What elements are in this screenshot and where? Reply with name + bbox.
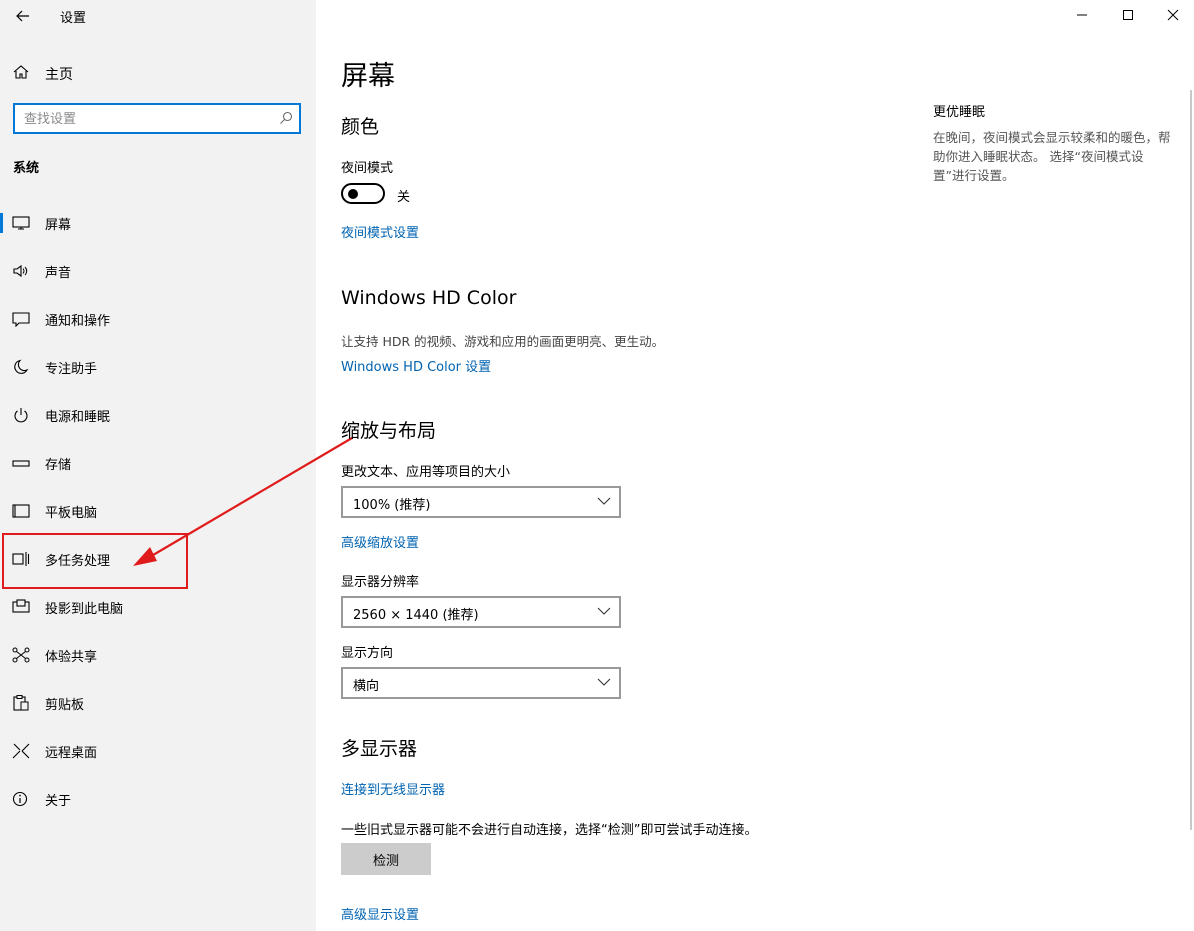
orientation-dropdown[interactable]: 横向 — [341, 667, 621, 699]
sidebar-item-notifications[interactable]: 通知和操作 — [0, 299, 316, 339]
night-mode-state: 关 — [397, 190, 411, 205]
section-heading-color: 颜色 — [341, 116, 380, 138]
advanced-display-link[interactable]: 高级显示设置 — [341, 904, 419, 923]
monitor-icon — [12, 216, 30, 230]
search-input[interactable] — [24, 109, 264, 129]
speaker-icon — [13, 264, 28, 278]
active-indicator — [0, 213, 3, 233]
toggle-knob — [348, 189, 358, 199]
close-icon — [1167, 9, 1179, 21]
aside-text: 在晚间，夜间模式会显示较柔和的暖色，帮助你进入睡眠状态。 选择“夜间模式设置”进… — [933, 130, 1171, 183]
sidebar-item-project[interactable]: 投影到此电脑 — [0, 587, 316, 627]
detect-button[interactable]: 检测 — [341, 843, 431, 875]
sidebar-item-label: 电源和睡眠 — [45, 410, 111, 425]
section-heading-multiple-displays: 多显示器 — [341, 738, 418, 760]
notification-icon — [12, 312, 30, 327]
multi-display-description: 一些旧式显示器可能不会进行自动连接，选择“检测”即可尝试手动连接。 — [341, 823, 758, 838]
aside-title: 更优睡眠 — [933, 105, 986, 120]
sidebar-item-label: 主页 — [45, 67, 73, 83]
sidebar-item-label: 屏幕 — [45, 218, 72, 233]
sidebar-item-clipboard[interactable]: 剪贴板 — [0, 683, 316, 723]
sidebar-item-label: 投影到此电脑 — [45, 602, 124, 617]
scale-size-dropdown[interactable]: 100% (推荐) — [341, 486, 621, 518]
power-icon — [14, 408, 28, 423]
chevron-down-icon — [597, 497, 611, 505]
window-title: 设置 — [60, 11, 87, 26]
resolution-label: 显示器分辨率 — [341, 575, 420, 590]
section-label: 系统 — [13, 161, 40, 176]
night-mode-toggle[interactable] — [341, 183, 385, 204]
night-mode-settings-link[interactable]: 夜间模式设置 — [341, 222, 419, 241]
clipboard-icon — [13, 695, 29, 711]
section-heading-hdr: Windows HD Color — [341, 287, 517, 309]
storage-icon — [12, 460, 30, 467]
minimize-button[interactable] — [1059, 0, 1105, 30]
annotation-highlight-box — [2, 533, 188, 589]
back-arrow-icon — [16, 10, 29, 22]
sidebar-item-focus-assist[interactable]: 专注助手 — [0, 347, 316, 387]
back-button[interactable] — [8, 2, 38, 30]
sidebar-item-label: 平板电脑 — [45, 506, 98, 521]
sidebar-item-display[interactable]: 屏幕 — [0, 203, 316, 243]
hdr-settings-link[interactable]: Windows HD Color 设置 — [341, 356, 491, 375]
sidebar-item-label: 关于 — [45, 794, 72, 809]
sidebar-item-label: 通知和操作 — [45, 314, 111, 329]
dropdown-value: 2560 × 1440 (推荐) — [353, 608, 479, 623]
remote-desktop-icon — [12, 743, 30, 759]
sidebar-item-label: 剪贴板 — [45, 698, 85, 713]
sidebar-item-label: 专注助手 — [45, 362, 98, 377]
sidebar-item-label: 远程桌面 — [45, 746, 98, 761]
sidebar-item-home[interactable]: 主页 — [0, 56, 316, 90]
maximize-button[interactable] — [1105, 0, 1151, 30]
sidebar-item-label: 存储 — [45, 458, 72, 473]
chevron-down-icon — [597, 678, 611, 686]
info-icon — [12, 791, 28, 807]
hdr-description: 让支持 HDR 的视频、游戏和应用的画面更明亮、更生动。 — [341, 334, 665, 349]
dropdown-value: 横向 — [353, 679, 380, 694]
sidebar-item-tablet[interactable]: 平板电脑 — [0, 491, 316, 531]
sidebar-item-shared-experiences[interactable]: 体验共享 — [0, 635, 316, 675]
sidebar-item-label: 声音 — [45, 266, 72, 281]
orientation-label: 显示方向 — [341, 646, 394, 661]
moon-icon — [14, 359, 29, 374]
page-title: 屏幕 — [341, 61, 395, 92]
minimize-icon — [1077, 14, 1087, 16]
advanced-scaling-link[interactable]: 高级缩放设置 — [341, 532, 419, 551]
wireless-display-link[interactable]: 连接到无线显示器 — [341, 779, 445, 798]
project-icon — [12, 599, 30, 613]
search-box[interactable] — [13, 103, 301, 134]
resolution-dropdown[interactable]: 2560 × 1440 (推荐) — [341, 596, 621, 628]
share-icon — [12, 647, 30, 663]
scrollbar-thumb[interactable] — [1190, 90, 1192, 830]
night-mode-label: 夜间模式 — [341, 161, 394, 176]
search-icon[interactable] — [279, 111, 293, 125]
close-button[interactable] — [1150, 0, 1194, 30]
sidebar-item-sound[interactable]: 声音 — [0, 251, 316, 291]
sidebar-item-storage[interactable]: 存储 — [0, 443, 316, 483]
maximize-icon — [1123, 10, 1133, 20]
dropdown-value: 100% (推荐) — [353, 498, 431, 513]
sidebar-item-power[interactable]: 电源和睡眠 — [0, 395, 316, 435]
scale-size-label: 更改文本、应用等项目的大小 — [341, 465, 511, 480]
home-icon — [13, 65, 29, 79]
sidebar-item-about[interactable]: 关于 — [0, 779, 316, 819]
sidebar-item-label: 体验共享 — [45, 650, 98, 665]
sidebar-item-remote-desktop[interactable]: 远程桌面 — [0, 731, 316, 771]
section-heading-scale: 缩放与布局 — [341, 420, 437, 442]
chevron-down-icon — [597, 607, 611, 615]
sidebar: 设置 主页 系统 屏幕 声音 通知和操作 — [0, 0, 316, 931]
tablet-icon — [12, 504, 30, 518]
